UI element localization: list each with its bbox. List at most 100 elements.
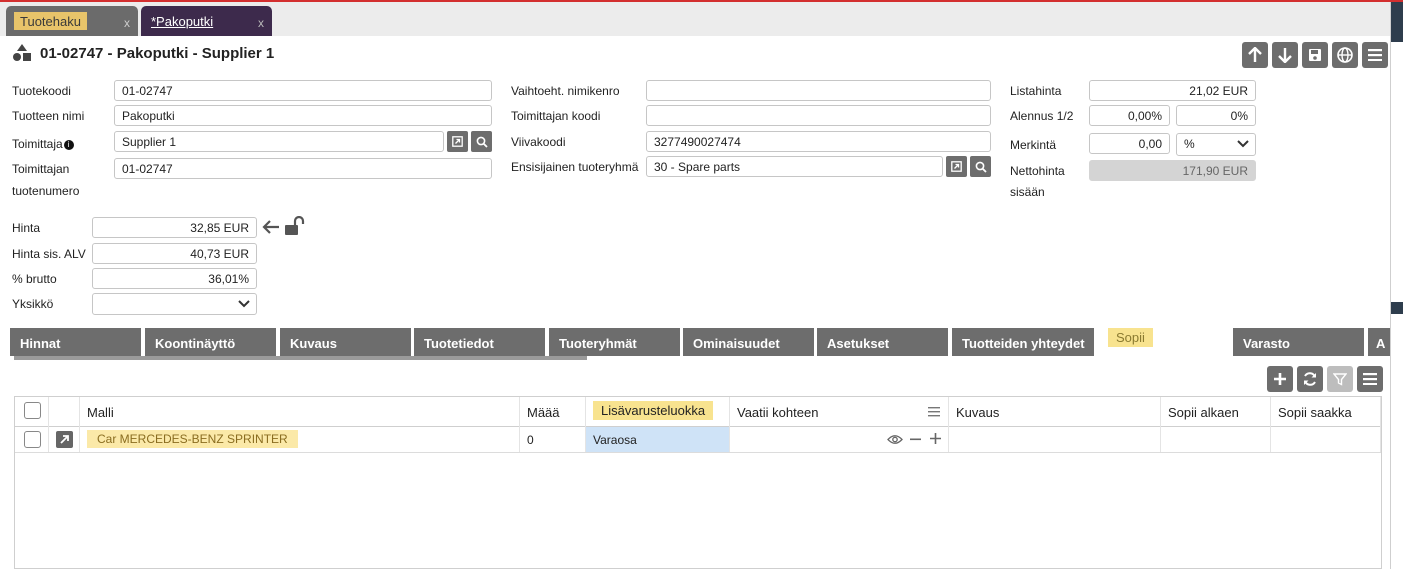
merkinta-unit-value: % <box>1184 137 1195 151</box>
cell-malli[interactable]: Car MERCEDES-BENZ SPRINTER <box>80 427 520 452</box>
tab-hinnat[interactable]: Hinnat <box>10 328 141 356</box>
nettohinta-label-2: sisään <box>1010 185 1045 199</box>
doc-tab-label: Tuotehaku <box>14 12 87 30</box>
alennus-1-input[interactable]: 0,00% <box>1089 105 1170 126</box>
select-all-checkbox[interactable] <box>24 402 41 419</box>
doc-tab-label: *Pakoputki <box>151 14 214 29</box>
tuotekoodi-label: Tuotekoodi <box>12 84 71 98</box>
unlock-icon[interactable] <box>284 216 306 236</box>
merkinta-label: Merkintä <box>1010 138 1057 152</box>
arrow-left-icon[interactable] <box>262 219 280 235</box>
tab-tuoteryhmat[interactable]: Tuoteryhmät <box>549 328 680 356</box>
yksikko-label: Yksikkö <box>12 297 54 311</box>
tuotteen-nimi-input[interactable]: Pakoputki <box>114 105 492 126</box>
col-maara[interactable]: Määä <box>520 397 586 427</box>
tuotekoodi-input[interactable]: 01-02747 <box>114 80 492 101</box>
page-title-text: 01-02747 - Pakoputki - Supplier 1 <box>40 44 275 62</box>
cell-maara[interactable]: 0 <box>520 427 586 452</box>
refresh-icon[interactable] <box>1297 366 1323 392</box>
vaihtoeht-nimikenro-input[interactable] <box>646 80 991 101</box>
cell-sopii-alkaen[interactable] <box>1161 427 1271 452</box>
cell-kuvaus[interactable] <box>949 427 1161 452</box>
arrow-down-icon[interactable] <box>1272 42 1298 68</box>
viivakoodi-input[interactable]: 3277490027474 <box>646 131 991 152</box>
chevron-down-icon <box>238 300 250 308</box>
ensisijainen-tuoteryhma-input[interactable]: 30 - Spare parts <box>646 156 943 177</box>
alennus-label: Alennus 1/2 <box>1010 109 1074 123</box>
plus-icon[interactable] <box>930 433 941 444</box>
open-row-icon[interactable] <box>56 431 73 448</box>
tab-varasto[interactable]: Varasto <box>1233 328 1364 356</box>
close-icon[interactable]: x <box>124 16 130 30</box>
col-sopii-saakka[interactable]: Sopii saakka <box>1271 397 1381 427</box>
toimittaja-label: Toimittaja i <box>12 137 74 151</box>
column-menu-icon[interactable] <box>928 407 940 417</box>
tab-asetukset[interactable]: Asetukset <box>817 328 948 356</box>
brutto-label: % brutto <box>12 272 57 286</box>
col-lisavarusteluokka[interactable]: Lisävarusteluokka <box>586 397 730 427</box>
tab-scrollbar[interactable] <box>14 356 587 360</box>
tab-tuotteiden-yhteydet[interactable]: Tuotteiden yhteydet <box>952 328 1094 356</box>
tab-sopii[interactable]: Sopii <box>1098 322 1229 356</box>
alennus-2-input[interactable]: 0% <box>1176 105 1256 126</box>
hinta-input[interactable]: 32,85 EUR <box>92 217 257 238</box>
open-link-icon[interactable] <box>946 156 967 177</box>
open-link-icon[interactable] <box>447 131 468 152</box>
tuotteen-nimi-label: Tuotteen nimi <box>12 109 85 123</box>
merkinta-input[interactable]: 0,00 <box>1089 133 1170 154</box>
search-icon[interactable] <box>471 131 492 152</box>
hinta-alv-input[interactable]: 40,73 EUR <box>92 243 257 264</box>
nettohinta-value: 171,90 EUR <box>1089 160 1256 181</box>
eye-icon[interactable] <box>887 434 903 445</box>
doc-tab-pakoputki[interactable]: *Pakoputki x <box>141 6 272 36</box>
search-icon[interactable] <box>970 156 991 177</box>
product-shapes-icon <box>13 44 31 61</box>
ensisijainen-tuoteryhma-label: Ensisijainen tuoteryhmä <box>511 160 639 174</box>
doc-tab-tuotehaku[interactable]: Tuotehaku x <box>6 6 138 36</box>
menu-icon[interactable] <box>1362 42 1388 68</box>
viivakoodi-label: Viivakoodi <box>511 135 566 149</box>
hinta-alv-label: Hinta sis. ALV <box>12 247 86 261</box>
adjacent-window-edge <box>1390 2 1403 569</box>
tab-tuotetiedot[interactable]: Tuotetiedot <box>414 328 545 356</box>
hinta-label: Hinta <box>12 221 41 235</box>
cell-vaatii-kohteen[interactable] <box>730 427 949 452</box>
row-checkbox[interactable] <box>24 431 41 448</box>
add-icon[interactable] <box>1267 366 1293 392</box>
globe-icon[interactable] <box>1332 42 1358 68</box>
tab-overflow[interactable]: A <box>1368 328 1390 356</box>
toimittajan-tuotenumero-input[interactable]: 01-02747 <box>114 158 492 179</box>
tab-ominaisuudet[interactable]: Ominaisuudet <box>683 328 814 356</box>
cell-lisavarusteluokka[interactable]: Varaosa <box>586 427 730 452</box>
table-row[interactable]: Car MERCEDES-BENZ SPRINTER 0 Varaosa <box>15 427 1381 453</box>
tab-kuvaus[interactable]: Kuvaus <box>280 328 411 356</box>
col-vaatii-kohteen[interactable]: Vaatii kohteen <box>730 397 949 427</box>
tab-koontinaytto[interactable]: Koontinäyttö <box>145 328 276 356</box>
toimittajan-koodi-input[interactable] <box>646 105 991 126</box>
arrow-up-icon[interactable] <box>1242 42 1268 68</box>
listahinta-label: Listahinta <box>1010 84 1062 98</box>
vaihtoeht-nimikenro-label: Vaihtoeht. nimikenro <box>511 84 620 98</box>
document-tab-bar: Tuotehaku x *Pakoputki x <box>0 2 1390 36</box>
merkinta-unit-select[interactable]: % <box>1176 133 1256 156</box>
brutto-input[interactable]: 36,01% <box>92 268 257 289</box>
toimittaja-input[interactable]: Supplier 1 <box>114 131 444 152</box>
filter-icon[interactable] <box>1327 366 1353 392</box>
page-title: 01-02747 - Pakoputki - Supplier 1 <box>12 44 274 62</box>
yksikko-select[interactable] <box>92 293 257 315</box>
cell-sopii-saakka[interactable] <box>1271 427 1381 452</box>
nettohinta-label: Nettohinta <box>1010 164 1065 178</box>
chevron-down-icon <box>1237 140 1249 148</box>
toimittajan-tuotenumero-label-2: tuotenumero <box>12 184 80 198</box>
save-icon[interactable] <box>1302 42 1328 68</box>
col-kuvaus[interactable]: Kuvaus <box>949 397 1161 427</box>
toimittajan-tuotenumero-label: Toimittajan <box>12 162 70 176</box>
col-sopii-alkaen[interactable]: Sopii alkaen <box>1161 397 1271 427</box>
minus-icon[interactable] <box>910 438 921 441</box>
product-editor: 01-02747 - Pakoputki - Supplier 1 Tuotek… <box>0 36 1390 569</box>
menu-icon[interactable] <box>1357 366 1383 392</box>
col-malli[interactable]: Malli <box>80 397 520 427</box>
toimittajan-koodi-label: Toimittajan koodi <box>511 109 601 123</box>
listahinta-input[interactable]: 21,02 EUR <box>1089 80 1256 101</box>
close-icon[interactable]: x <box>258 16 264 30</box>
